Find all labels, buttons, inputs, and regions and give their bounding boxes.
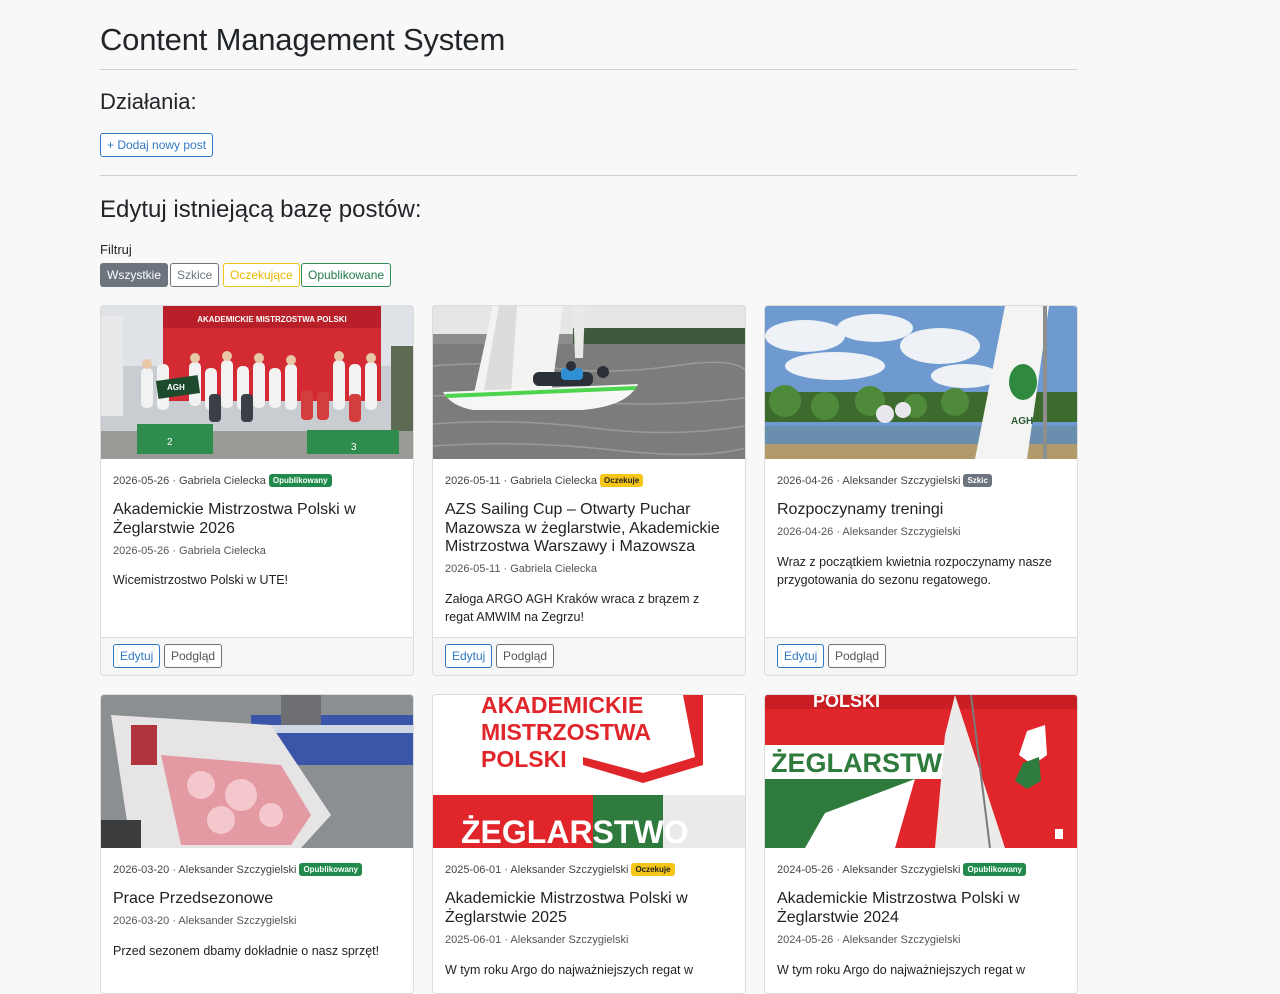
filter-drafts-button[interactable]: Szkice bbox=[170, 263, 220, 287]
post-meta: 2026-05-26 · Gabriela Cielecka Opublikow… bbox=[113, 474, 332, 487]
status-badge: Szkic bbox=[963, 474, 992, 487]
post-date-author: 2026-05-11 · Gabriela Cielecka bbox=[445, 563, 598, 575]
graphic-line: AKADEMICKIE bbox=[481, 695, 643, 718]
post-card: AKADEMICKIE MISTRZOSTWA POLSKI ŻEGLARSTW… bbox=[432, 694, 746, 994]
edit-button[interactable]: Edytuj bbox=[113, 644, 161, 668]
card-footer: Edytuj Podgląd bbox=[433, 637, 745, 675]
actions-heading: Działania: bbox=[100, 89, 197, 114]
status-badge: Oczekuje bbox=[600, 474, 644, 487]
graphic-word: ŻEGLARSTWO bbox=[461, 814, 689, 848]
post-date-author: 2025-06-01 · Aleksander Szczygielski bbox=[445, 934, 629, 946]
post-excerpt: Wicemistrzostwo Polski w UTE! bbox=[113, 573, 289, 587]
edit-posts-heading: Edytuj istniejącą bazę postów: bbox=[100, 196, 422, 223]
post-image-zeglarstwo-graphic[interactable]: POLSKI ŻEGLARSTWO bbox=[765, 695, 1077, 848]
post-meta: 2026-03-20 · Aleksander Szczygielski Opu… bbox=[113, 863, 363, 876]
svg-text:3: 3 bbox=[351, 442, 357, 453]
card-footer: Edytuj Podgląd bbox=[101, 637, 413, 675]
status-badge: Opublikowany bbox=[268, 474, 332, 487]
post-excerpt: Wraz z początkiem kwietnia rozpoczynamy … bbox=[777, 555, 1052, 587]
post-date-author: 2026-03-20 · Aleksander Szczygielski bbox=[113, 915, 297, 927]
post-excerpt: Załoga ARGO AGH Kraków wraca z brązem z … bbox=[445, 592, 700, 624]
post-image-lake-sail[interactable]: AGH bbox=[765, 306, 1077, 459]
add-post-button[interactable]: + Dodaj nowy post bbox=[100, 133, 214, 157]
filter-label: Filtruj bbox=[100, 242, 132, 257]
post-title[interactable]: Prace Przedsezonowe bbox=[113, 890, 401, 909]
svg-text:2: 2 bbox=[167, 437, 173, 448]
graphic-line: POLSKI bbox=[481, 746, 567, 772]
status-badge: Opublikowany bbox=[963, 863, 1027, 876]
post-title[interactable]: Akademickie Mistrzostwa Polski w Żeglars… bbox=[113, 501, 401, 538]
edit-button[interactable]: Edytuj bbox=[445, 644, 493, 668]
post-card: AGH 2026-04-26 · Aleksander Szczygielski… bbox=[764, 305, 1078, 676]
post-title[interactable]: Rozpoczynamy treningi bbox=[777, 501, 1065, 520]
status-badge: Opublikowany bbox=[299, 863, 363, 876]
post-card: 2026-03-20 · Aleksander Szczygielski Opu… bbox=[100, 694, 414, 994]
post-excerpt: W tym roku Argo do najważniejszych regat… bbox=[777, 963, 1026, 977]
post-title[interactable]: AZS Sailing Cup – Otwarty Puchar Mazowsz… bbox=[445, 501, 733, 557]
post-card: POLSKI ŻEGLARSTWO 2024-05-26 · Aleksande… bbox=[764, 694, 1078, 994]
status-badge: Oczekuje bbox=[631, 863, 675, 876]
divider bbox=[100, 175, 1077, 176]
filter-published-button[interactable]: Opublikowane bbox=[301, 263, 392, 287]
post-card: AKADEMICKIE MISTRZOSTWA POLSKI 2 3 AGH 2… bbox=[100, 305, 414, 676]
post-date-author: 2026-05-26 · Gabriela Cielecka bbox=[113, 545, 266, 557]
card-footer: Edytuj Podgląd bbox=[765, 637, 1077, 675]
preview-button[interactable]: Podgląd bbox=[496, 644, 555, 668]
post-meta: 2026-04-26 · Aleksander Szczygielski Szk… bbox=[777, 474, 992, 487]
post-excerpt: Przed sezonem dbamy dokładnie o nasz spr… bbox=[113, 944, 380, 958]
page-title: Content Management System bbox=[100, 22, 506, 57]
post-title[interactable]: Akademickie Mistrzostwa Polski w Żeglars… bbox=[777, 890, 1065, 927]
post-image-boat-cover[interactable] bbox=[101, 695, 413, 848]
graphic-word: ŻEGLARSTWO bbox=[771, 748, 963, 778]
filter-all-button[interactable]: Wszystkie bbox=[100, 263, 168, 287]
post-card: 2026-05-11 · Gabriela Cielecka Oczekuje … bbox=[432, 305, 746, 676]
post-image-podium[interactable]: AKADEMICKIE MISTRZOSTWA POLSKI 2 3 AGH bbox=[101, 306, 413, 459]
preview-button[interactable]: Podgląd bbox=[828, 644, 887, 668]
post-date-author: 2026-04-26 · Aleksander Szczygielski bbox=[777, 526, 961, 538]
post-image-sailboat[interactable] bbox=[433, 306, 745, 459]
graphic-line: POLSKI bbox=[813, 695, 880, 711]
post-title[interactable]: Akademickie Mistrzostwa Polski w Żeglars… bbox=[445, 890, 733, 927]
filter-pending-button[interactable]: Oczekujące bbox=[223, 263, 300, 287]
preview-button[interactable]: Podgląd bbox=[164, 644, 223, 668]
edit-button[interactable]: Edytuj bbox=[777, 644, 825, 668]
graphic-line: MISTRZOSTWA bbox=[481, 719, 651, 745]
post-image-ampw-graphic[interactable]: AKADEMICKIE MISTRZOSTWA POLSKI ŻEGLARSTW… bbox=[433, 695, 745, 848]
svg-text:AGH: AGH bbox=[167, 383, 185, 392]
divider bbox=[100, 69, 1077, 70]
post-date-author: 2024-05-26 · Aleksander Szczygielski bbox=[777, 934, 961, 946]
post-meta: 2025-06-01 · Aleksander Szczygielski Ocz… bbox=[445, 863, 675, 876]
post-meta: 2026-05-11 · Gabriela Cielecka Oczekuje bbox=[445, 474, 644, 487]
post-excerpt: W tym roku Argo do najważniejszych regat… bbox=[445, 963, 694, 977]
svg-text:AGH: AGH bbox=[1011, 416, 1033, 427]
banner-text: AKADEMICKIE MISTRZOSTWA POLSKI bbox=[197, 315, 346, 324]
post-meta: 2024-05-26 · Aleksander Szczygielski Opu… bbox=[777, 863, 1027, 876]
